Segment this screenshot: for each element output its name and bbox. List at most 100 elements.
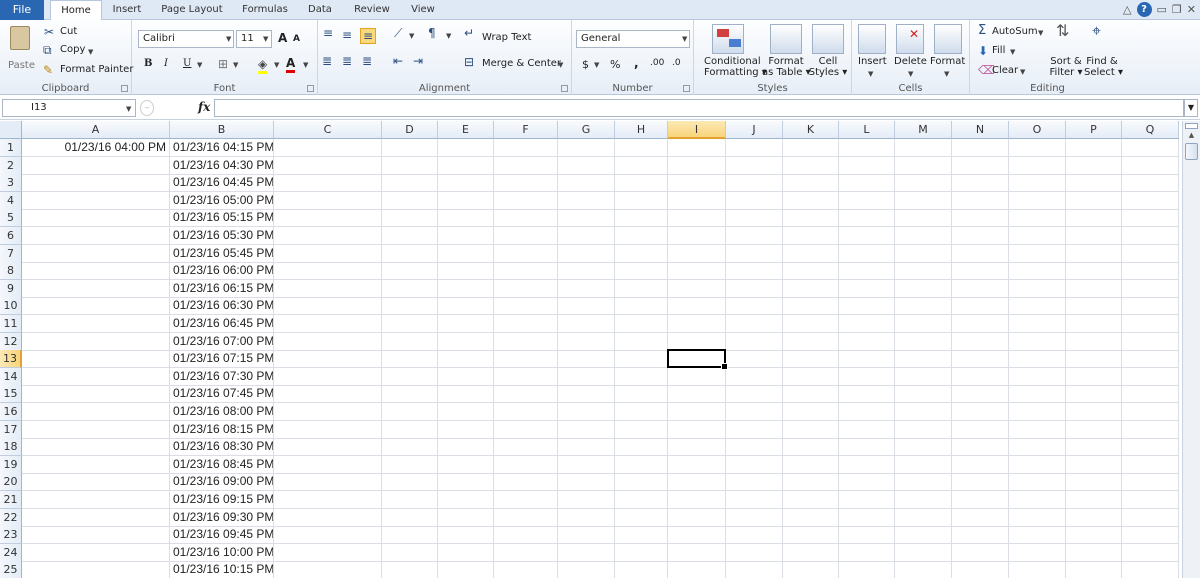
cell-n14[interactable]: [952, 367, 1009, 386]
cell-m1[interactable]: [895, 139, 952, 157]
cell-j3[interactable]: [726, 174, 783, 193]
chevron-down-icon[interactable]: ▼: [868, 70, 873, 78]
cell-c6[interactable]: [274, 227, 382, 245]
cell-q6[interactable]: [1122, 227, 1179, 245]
cell-p25[interactable]: [1066, 561, 1122, 578]
cell-d3[interactable]: [382, 174, 438, 193]
cell-q14[interactable]: [1122, 367, 1179, 386]
cell-b13[interactable]: 01/23/16 07:15 PM: [170, 350, 274, 369]
cell-a25[interactable]: [22, 561, 170, 578]
cell-l16[interactable]: [839, 403, 895, 421]
row-header[interactable]: 15: [0, 385, 22, 404]
cell-c21[interactable]: [274, 491, 382, 509]
cell-c25[interactable]: [274, 561, 382, 578]
cell-k25[interactable]: [783, 561, 839, 578]
orientation-icon[interactable]: ⟋: [394, 26, 402, 40]
cell-j12[interactable]: [726, 332, 783, 351]
cell-k24[interactable]: [783, 543, 839, 562]
cell-m23[interactable]: [895, 526, 952, 545]
cell-l22[interactable]: [839, 508, 895, 527]
cell-k16[interactable]: [783, 403, 839, 421]
cell-g8[interactable]: [558, 262, 615, 281]
cell-q12[interactable]: [1122, 332, 1179, 351]
cell-c1[interactable]: [274, 139, 382, 157]
cell-k9[interactable]: [783, 279, 839, 298]
chevron-down-icon[interactable]: ▼: [409, 32, 414, 40]
cell-e18[interactable]: [438, 438, 494, 457]
decrease-indent-icon[interactable]: ⇤: [393, 54, 403, 68]
row-header[interactable]: 21: [0, 491, 22, 509]
cell-f11[interactable]: [494, 315, 558, 333]
row-header[interactable]: 14: [0, 367, 22, 386]
cell-q5[interactable]: [1122, 209, 1179, 228]
row-header[interactable]: 18: [0, 438, 22, 457]
cell-j6[interactable]: [726, 227, 783, 245]
cell-n7[interactable]: [952, 244, 1009, 263]
cell-o14[interactable]: [1009, 367, 1066, 386]
chevron-down-icon[interactable]: ▼: [1020, 68, 1025, 76]
cell-e8[interactable]: [438, 262, 494, 281]
cell-n20[interactable]: [952, 473, 1009, 492]
cell-f20[interactable]: [494, 473, 558, 492]
cell-e14[interactable]: [438, 367, 494, 386]
fill-button[interactable]: Fill: [992, 45, 1005, 56]
cell-h12[interactable]: [615, 332, 668, 351]
cell-c9[interactable]: [274, 279, 382, 298]
cell-c13[interactable]: [274, 350, 382, 369]
cell-n25[interactable]: [952, 561, 1009, 578]
cell-o23[interactable]: [1009, 526, 1066, 545]
cell-p14[interactable]: [1066, 367, 1122, 386]
cell-p10[interactable]: [1066, 297, 1122, 316]
expand-formula-bar-icon[interactable]: ▼: [1184, 99, 1198, 117]
cell-n4[interactable]: [952, 191, 1009, 210]
cell-f15[interactable]: [494, 385, 558, 404]
cell-l23[interactable]: [839, 526, 895, 545]
cell-p1[interactable]: [1066, 139, 1122, 157]
chevron-down-icon[interactable]: ▼: [446, 32, 451, 40]
cell-d16[interactable]: [382, 403, 438, 421]
tab-insert[interactable]: Insert: [105, 0, 149, 20]
cell-h4[interactable]: [615, 191, 668, 210]
cell-h9[interactable]: [615, 279, 668, 298]
cell-h13[interactable]: [615, 350, 668, 369]
select-all-corner[interactable]: [0, 121, 22, 139]
cell-o16[interactable]: [1009, 403, 1066, 421]
cell-o24[interactable]: [1009, 543, 1066, 562]
cell-d23[interactable]: [382, 526, 438, 545]
cell-q7[interactable]: [1122, 244, 1179, 263]
cell-l10[interactable]: [839, 297, 895, 316]
minimize-icon[interactable]: ▭: [1157, 3, 1167, 16]
cell-a11[interactable]: [22, 315, 170, 333]
clear-button[interactable]: Clear: [992, 65, 1018, 76]
column-header-q[interactable]: Q: [1122, 121, 1179, 139]
cell-m24[interactable]: [895, 543, 952, 562]
cell-g9[interactable]: [558, 279, 615, 298]
cell-m16[interactable]: [895, 403, 952, 421]
cell-o11[interactable]: [1009, 315, 1066, 333]
cell-n16[interactable]: [952, 403, 1009, 421]
cell-o2[interactable]: [1009, 156, 1066, 175]
cell-f4[interactable]: [494, 191, 558, 210]
cell-j1[interactable]: [726, 139, 783, 157]
column-header-a[interactable]: A: [22, 121, 170, 139]
cell-l13[interactable]: [839, 350, 895, 369]
cell-e22[interactable]: [438, 508, 494, 527]
cell-i3[interactable]: [668, 174, 726, 193]
cell-q11[interactable]: [1122, 315, 1179, 333]
cell-c16[interactable]: [274, 403, 382, 421]
cell-g10[interactable]: [558, 297, 615, 316]
row-header[interactable]: 22: [0, 508, 22, 527]
cell-m12[interactable]: [895, 332, 952, 351]
split-box-icon[interactable]: [1185, 123, 1198, 129]
cell-m20[interactable]: [895, 473, 952, 492]
cell-o1[interactable]: [1009, 139, 1066, 157]
percent-button[interactable]: %: [610, 58, 620, 71]
cell-g1[interactable]: [558, 139, 615, 157]
active-cell-selection[interactable]: [667, 349, 728, 370]
cell-n12[interactable]: [952, 332, 1009, 351]
cell-b10[interactable]: 01/23/16 06:30 PM: [170, 297, 274, 316]
cell-q3[interactable]: [1122, 174, 1179, 193]
cell-q18[interactable]: [1122, 438, 1179, 457]
file-tab[interactable]: File: [0, 0, 44, 20]
cell-h16[interactable]: [615, 403, 668, 421]
